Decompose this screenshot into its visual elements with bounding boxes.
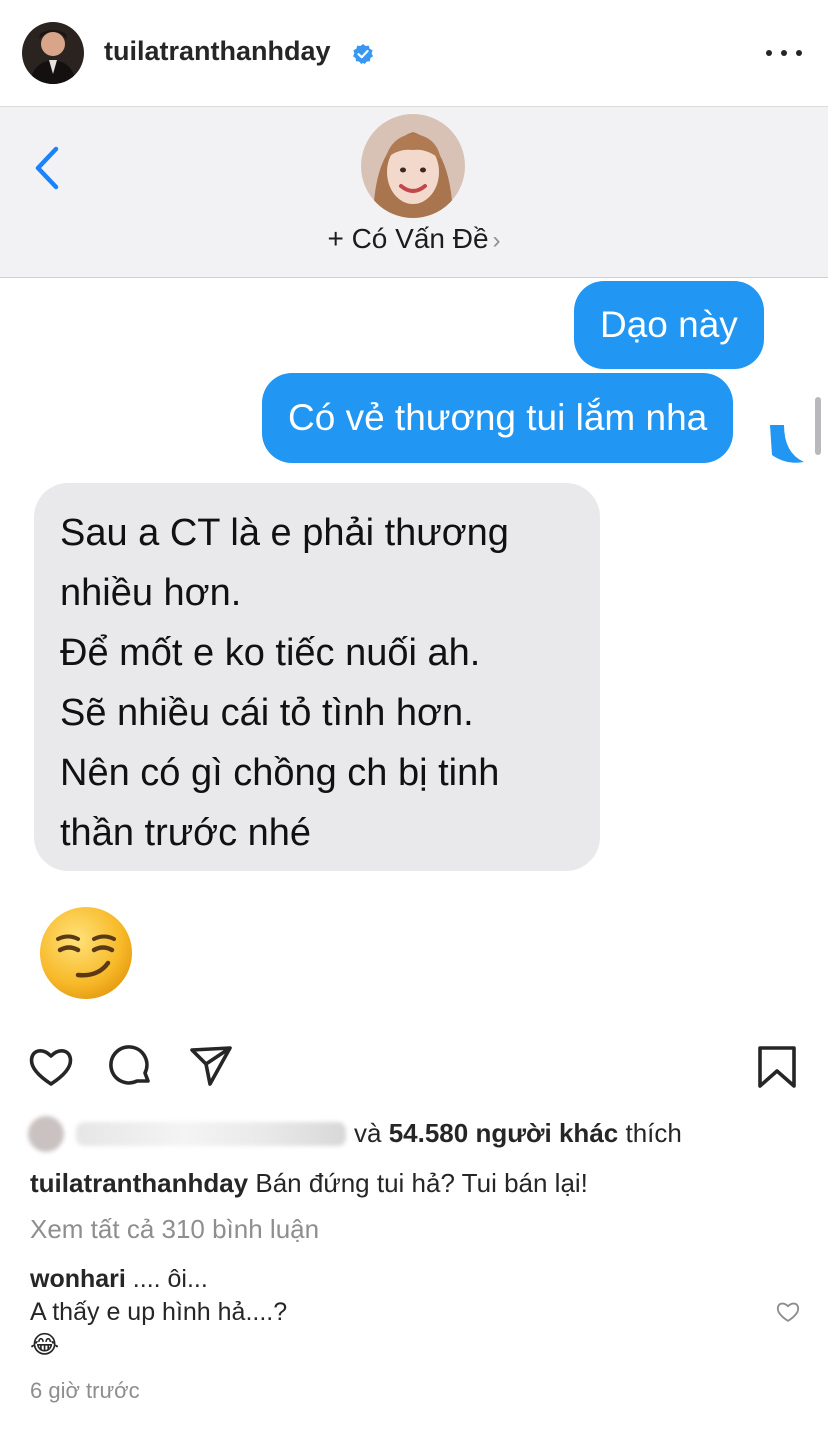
post-timestamp: 6 giờ trước [30,1378,140,1403]
laughing-tears-emoji: 😂 [30,1331,60,1359]
contact-name: + Có Vấn Đề › [0,223,828,255]
view-all-comments-link[interactable]: Xem tất cả 310 bình luận [30,1214,319,1245]
bubble-tail [770,425,810,465]
likes-text[interactable]: và 54.580 người khác thích [354,1118,682,1149]
comment-text: A thấy e up hình hả....? [30,1298,288,1326]
chevron-right-icon: › [492,227,501,254]
post-username[interactable]: tuilatranthanhday [104,36,331,67]
paper-plane-icon[interactable] [188,1044,234,1090]
more-options-icon[interactable] [766,38,802,68]
incoming-message-line: nhiều hơn. [60,572,242,614]
comment-icon[interactable] [108,1044,154,1090]
likes-row: và 54.580 người khác thích [28,1116,808,1152]
incoming-message: Sau a CT là e phải thương nhiều hơn. Để … [34,483,600,871]
incoming-message-line: Để mốt e ko tiếc nuối ah. [60,632,481,674]
incoming-message-line: Nên có gì chồng ch bị tinh [60,752,500,794]
scroll-indicator [815,397,821,455]
outgoing-message-text: Dạo này [600,304,738,345]
verified-badge-icon [352,43,374,65]
incoming-message-line: thần trước nhé [60,812,312,854]
contact-name-text: + Có Vấn Đề [327,223,489,254]
outgoing-message: Có vẻ thương tui lắm nha [262,373,734,463]
comment: wonhari .... ôi... A thấy e up hình hả..… [30,1263,287,1362]
back-chevron-icon [30,143,66,193]
outgoing-message: Dạo này [574,281,764,369]
author-avatar[interactable] [22,22,84,84]
likes-and: và [354,1118,382,1148]
post-image: + Có Vấn Đề › Dạo này Có vẻ thương tui lắ… [0,107,828,1022]
comment-heart-icon[interactable] [776,1300,800,1324]
contact-avatar [361,114,465,218]
caption-text: Bán đứng tui hả? Tui bán lại! [255,1168,588,1198]
bookmark-icon[interactable] [754,1044,800,1090]
caption-username[interactable]: tuilatranthanhday [30,1168,248,1198]
liker-avatar[interactable] [28,1116,64,1152]
outgoing-message-text: Có vẻ thương tui lắm nha [288,397,708,438]
comment-text: .... ôi... [132,1265,208,1293]
liker-name-blurred [76,1122,346,1146]
incoming-message-line: Sẽ nhiều cái tỏ tình hơn. [60,692,474,734]
likes-count[interactable]: 54.580 người khác [389,1118,619,1148]
likes-suffix: thích [625,1118,682,1148]
smirking-face-emoji [36,903,136,1003]
post-caption: tuilatranthanhday Bán đứng tui hả? Tui b… [30,1168,588,1199]
incoming-message-line: Sau a CT là e phải thương [60,512,509,554]
heart-icon[interactable] [28,1044,74,1090]
comment-username[interactable]: wonhari [30,1265,126,1293]
